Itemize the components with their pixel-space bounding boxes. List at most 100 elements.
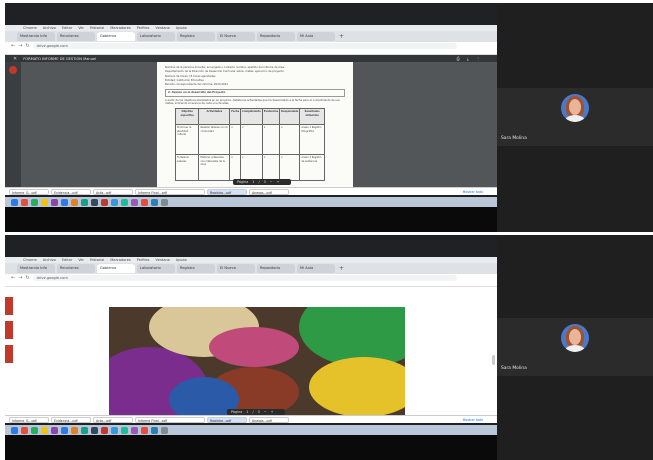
app-icon[interactable]: [61, 198, 68, 206]
app-icon[interactable]: [101, 198, 108, 206]
browser-tab[interactable]: Reuniones: [57, 264, 95, 273]
url-input[interactable]: drive.google.com: [32, 43, 457, 49]
browser-tab[interactable]: Registro: [177, 32, 215, 41]
back-arrow-icon[interactable]: ←: [11, 274, 15, 282]
forward-arrow-icon[interactable]: →: [18, 42, 22, 50]
download-item[interactable]: Acta...pdf: [93, 188, 133, 195]
app-icon[interactable]: [21, 426, 28, 434]
browser-tab[interactable]: Repositorio: [257, 264, 295, 273]
chrome-icon[interactable]: [41, 426, 48, 434]
side-panel-tab[interactable]: [5, 297, 13, 315]
address-bar-row: ← → ↻ drive.google.com: [5, 274, 497, 282]
browser-tab[interactable]: Registro: [177, 264, 215, 273]
app-icon[interactable]: [101, 426, 108, 434]
app-icon[interactable]: [131, 426, 138, 434]
download-item[interactable]: Informe_G...pdf: [9, 416, 49, 423]
table-header: Fecha: [229, 108, 242, 126]
zoom-in-button[interactable]: +: [277, 179, 280, 185]
browser-tab[interactable]: El Nuevo: [217, 32, 255, 41]
download-item[interactable]: Evidencia...pdf: [51, 416, 91, 423]
shared-screen: Chrome Archivo Editar Ver Historial Marc…: [5, 3, 497, 232]
trash-icon[interactable]: [161, 198, 168, 206]
page-current[interactable]: 1: [252, 179, 254, 185]
download-item[interactable]: Informe Final...pdf: [135, 416, 205, 423]
app-icon[interactable]: [51, 198, 58, 206]
app-icon[interactable]: [131, 198, 138, 206]
body-shape: [565, 345, 585, 352]
screen-bottom-band: [5, 435, 497, 460]
table-row: Fortalecer saberes Elaborar artesanías c…: [174, 154, 325, 182]
browser-tab-active[interactable]: Gobierno: [97, 264, 135, 273]
chrome-icon[interactable]: [41, 198, 48, 206]
back-arrow-icon[interactable]: ←: [11, 42, 15, 50]
participant-tile[interactable]: Sara Molina: [497, 88, 653, 146]
download-item[interactable]: Anexos...pdf: [249, 188, 289, 195]
finder-icon[interactable]: [11, 198, 18, 206]
crafts-photo: [109, 307, 405, 417]
pdf-action-icons[interactable]: ⎙ ⤓ ⋮: [456, 56, 483, 61]
download-item[interactable]: Anexos...pdf: [249, 416, 289, 423]
page-sep: /: [258, 180, 260, 184]
browser-tab[interactable]: Mostrando Info: [17, 264, 55, 273]
download-item[interactable]: Informe_G...pdf: [9, 188, 49, 195]
download-item[interactable]: Acta...pdf: [93, 416, 133, 423]
zoom-out-button[interactable]: −: [270, 179, 273, 185]
browser-tab[interactable]: Repositorio: [257, 32, 295, 41]
reload-icon[interactable]: ↻: [25, 42, 29, 50]
app-icon[interactable]: [111, 198, 118, 206]
show-all-downloads-link[interactable]: Mostrar todo: [463, 190, 483, 194]
browser-tab-active[interactable]: Gobierno: [97, 32, 135, 41]
app-icon[interactable]: [71, 198, 78, 206]
app-icon[interactable]: [31, 198, 38, 206]
url-input[interactable]: drive.google.com: [32, 275, 457, 281]
app-icon[interactable]: [81, 198, 88, 206]
app-icon[interactable]: [141, 198, 148, 206]
app-icon[interactable]: [121, 426, 128, 434]
app-icon[interactable]: [91, 426, 98, 434]
side-panel-tab[interactable]: [5, 321, 13, 339]
new-tab-button[interactable]: +: [337, 264, 346, 273]
browser-tab[interactable]: Mi Aula: [297, 32, 335, 41]
body-shape: [565, 115, 585, 122]
avatar: [561, 324, 589, 352]
forward-arrow-icon[interactable]: →: [18, 274, 22, 282]
app-icon[interactable]: [151, 426, 158, 434]
app-icon[interactable]: [151, 198, 158, 206]
app-icon[interactable]: [141, 426, 148, 434]
app-icon[interactable]: [121, 198, 128, 206]
face-shape: [569, 329, 581, 345]
reload-icon[interactable]: ↻: [25, 274, 29, 282]
side-panel-tab[interactable]: [5, 345, 13, 363]
downloads-bar: Informe_G...pdf Evidencia...pdf Acta...p…: [5, 415, 497, 423]
download-item[interactable]: Registro...pdf: [207, 188, 247, 195]
browser-tab[interactable]: Laboratorio: [137, 32, 175, 41]
show-all-downloads-link[interactable]: Mostrar todo: [463, 418, 483, 422]
app-icon[interactable]: [9, 66, 17, 74]
scrollbar-thumb[interactable]: [492, 355, 495, 365]
new-tab-button[interactable]: +: [337, 32, 346, 41]
download-item[interactable]: Registro...pdf: [207, 416, 247, 423]
finder-icon[interactable]: [11, 426, 18, 434]
app-icon[interactable]: [51, 426, 58, 434]
doc-line: Nombre de la persona docente, encargada …: [165, 66, 285, 69]
app-icon[interactable]: [71, 426, 78, 434]
section-text: A partir de los objetivos planteados en …: [165, 98, 340, 106]
app-icon[interactable]: [111, 426, 118, 434]
address-bar-row: ← → ↻ drive.google.com: [5, 42, 497, 50]
download-item[interactable]: Evidencia...pdf: [51, 188, 91, 195]
table-cell: x: [229, 124, 242, 156]
app-icon[interactable]: [61, 426, 68, 434]
browser-tab[interactable]: Laboratorio: [137, 264, 175, 273]
participant-tile[interactable]: Sara Molina: [497, 318, 653, 376]
app-icon[interactable]: [81, 426, 88, 434]
download-item[interactable]: Informe Final...pdf: [135, 188, 205, 195]
trash-icon[interactable]: [161, 426, 168, 434]
browser-tab[interactable]: Reuniones: [57, 32, 95, 41]
app-icon[interactable]: [91, 198, 98, 206]
browser-tab[interactable]: Mostrando Info: [17, 32, 55, 41]
browser-tab[interactable]: El Nuevo: [217, 264, 255, 273]
app-icon[interactable]: [31, 426, 38, 434]
app-icon[interactable]: [21, 198, 28, 206]
shared-screen: Chrome Archivo Editar Ver Historial Marc…: [5, 235, 497, 460]
browser-tab[interactable]: Mi Aula: [297, 264, 335, 273]
